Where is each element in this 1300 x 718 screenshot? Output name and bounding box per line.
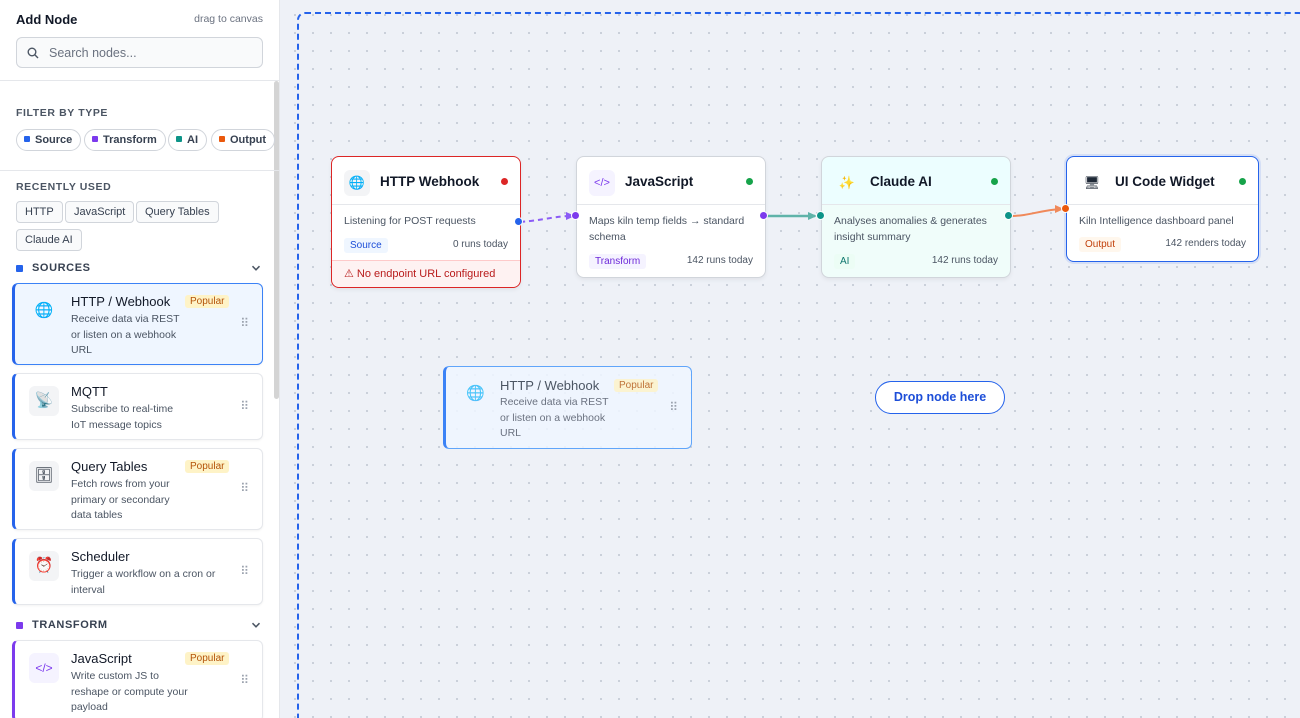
node-type-tag: Transform <box>589 254 647 269</box>
connections-layer <box>519 205 1064 223</box>
monitor-icon: 🖥 <box>1083 175 1101 190</box>
node-type-tag: Source <box>344 238 388 253</box>
status-dot <box>1239 178 1246 185</box>
output-port[interactable] <box>759 211 768 220</box>
node-type-tag: AI <box>834 254 856 269</box>
node-title: UI Code Widget <box>1115 174 1215 189</box>
node-description: Listening for POST requests <box>344 215 476 227</box>
globe-icon: 🌐 <box>466 385 485 402</box>
workflow-node-ui-code-widget[interactable]: 🖥 UI Code Widget Kiln Intelligence dashb… <box>1066 156 1259 262</box>
drop-node-here-target[interactable]: Drop node here <box>875 381 1005 414</box>
node-description: Analyses anomalies & generates insight s… <box>834 215 987 243</box>
node-description: Kiln Intelligence dashboard panel <box>1079 215 1234 227</box>
node-header: 🖥 UI Code Widget <box>1067 157 1258 205</box>
output-port[interactable] <box>1004 211 1013 220</box>
workflow-node-http-webhook[interactable]: 🌐 HTTP Webhook Listening for POST reques… <box>331 156 521 288</box>
connection-claude-to-widget <box>1009 208 1063 217</box>
input-port[interactable] <box>816 211 825 220</box>
node-header: 🌐 HTTP Webhook <box>332 157 520 205</box>
sparkle-icon: ✨ <box>838 175 856 190</box>
drag-preview-http-webhook[interactable]: 🌐 HTTP / Webhook Popular Receive data vi… <box>443 366 692 449</box>
status-dot <box>991 178 998 185</box>
run-count: 0 runs today <box>452 239 508 250</box>
preview-name: HTTP / Webhook <box>500 378 600 393</box>
status-dot <box>501 178 508 185</box>
preview-description: Receive data via REST or listen on a web… <box>500 396 609 439</box>
node-header: </> JavaScript <box>577 157 765 205</box>
run-count: 142 renders today <box>1165 238 1246 249</box>
node-title: JavaScript <box>625 174 694 189</box>
output-port[interactable] <box>514 217 523 226</box>
input-port[interactable] <box>571 211 580 220</box>
workflow-node-javascript[interactable]: </> JavaScript Maps kiln temp fields → s… <box>576 156 766 278</box>
popular-badge: Popular <box>614 379 659 392</box>
workflow-node-claude-ai[interactable]: ✨ Claude AI Analyses anomalies & generat… <box>821 156 1011 278</box>
error-banner: ⚠ No endpoint URL configured <box>332 260 520 287</box>
node-description: Maps kiln temp fields → standard schema <box>589 215 745 243</box>
node-type-tag: Output <box>1079 237 1122 252</box>
connection-webhook-to-javascript <box>519 215 573 223</box>
run-count: 142 runs today <box>686 255 753 266</box>
node-title: HTTP Webhook <box>380 174 480 189</box>
code-icon: </> <box>589 170 615 196</box>
input-port[interactable] <box>1061 204 1070 213</box>
node-title: Claude AI <box>870 174 932 189</box>
status-dot <box>746 178 753 185</box>
run-count: 142 runs today <box>931 255 998 266</box>
drag-handle-icon: ⠿ <box>669 400 678 414</box>
node-header: ✨ Claude AI <box>822 157 1010 205</box>
globe-icon: 🌐 <box>344 170 370 196</box>
